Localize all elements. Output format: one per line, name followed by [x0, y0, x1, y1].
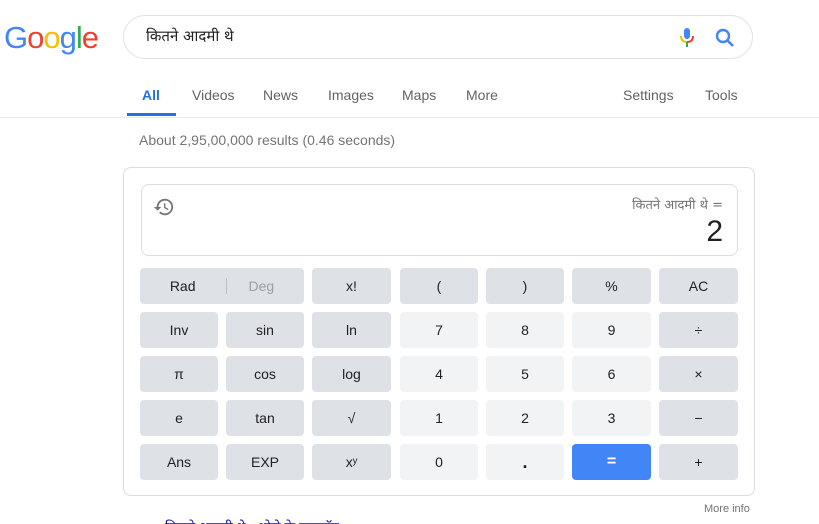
calculator-display: कितने आदमी थे = 2 [141, 184, 738, 256]
digit-0-button[interactable]: 0 [400, 444, 478, 480]
sqrt-button[interactable]: √ [312, 400, 391, 436]
logo-letter: o [43, 20, 60, 55]
exp-button[interactable]: EXP [226, 444, 304, 480]
equals-button[interactable]: = [572, 444, 651, 480]
digit-4-button[interactable]: 4 [400, 356, 478, 392]
search-tabs: All Videos News Images Maps More Setting… [0, 76, 819, 118]
tab-maps[interactable]: Maps [402, 87, 436, 103]
tab-images[interactable]: Images [328, 87, 374, 103]
right-paren-button[interactable]: ) [486, 268, 564, 304]
factorial-button[interactable]: x! [312, 268, 391, 304]
logo-letter: e [81, 20, 99, 55]
digit-6-button[interactable]: 6 [572, 356, 651, 392]
tab-tools[interactable]: Tools [705, 87, 738, 103]
history-icon[interactable] [153, 196, 175, 218]
result-link-cutoff[interactable]: कितने आदमी थे - शोले के डायलॉग [165, 518, 339, 524]
calculator-card: कितने आदमी थे = 2 Rad Deg x! ( ) % AC Inv… [123, 167, 755, 496]
search-input[interactable] [144, 26, 668, 46]
digit-1-button[interactable]: 1 [400, 400, 478, 436]
cos-button[interactable]: cos [226, 356, 304, 392]
divide-button[interactable]: ÷ [659, 312, 738, 348]
pi-button[interactable]: π [140, 356, 218, 392]
divider [225, 278, 227, 294]
left-paren-button[interactable]: ( [400, 268, 478, 304]
tab-more[interactable]: More [466, 87, 498, 103]
log-button[interactable]: log [312, 356, 391, 392]
result-stats: About 2,95,00,000 results (0.46 seconds) [139, 132, 396, 148]
deg-button[interactable]: Deg [249, 278, 275, 294]
calculator-expression: कितने आदमी थे = [632, 198, 723, 213]
sin-button[interactable]: sin [226, 312, 304, 348]
microphone-icon[interactable] [677, 27, 697, 49]
tab-all[interactable]: All [142, 87, 160, 103]
multiply-button[interactable]: × [659, 356, 738, 392]
logo-letter: G [4, 20, 28, 55]
inverse-button[interactable]: Inv [140, 312, 218, 348]
e-button[interactable]: e [140, 400, 218, 436]
ln-button[interactable]: ln [312, 312, 391, 348]
rad-button[interactable]: Rad [170, 278, 196, 294]
answer-button[interactable]: Ans [140, 444, 218, 480]
magnifier-icon[interactable] [714, 27, 736, 49]
minus-button[interactable]: − [659, 400, 738, 436]
clear-button[interactable]: AC [659, 268, 738, 304]
tab-settings[interactable]: Settings [623, 87, 674, 103]
decimal-point-button[interactable]: . [486, 444, 564, 480]
digit-5-button[interactable]: 5 [486, 356, 564, 392]
power-button[interactable]: xʸ [312, 444, 391, 480]
digit-7-button[interactable]: 7 [400, 312, 478, 348]
digit-3-button[interactable]: 3 [572, 400, 651, 436]
digit-2-button[interactable]: 2 [486, 400, 564, 436]
rad-deg-toggle[interactable]: Rad Deg [140, 268, 304, 304]
plus-button[interactable]: + [659, 444, 738, 480]
tab-videos[interactable]: Videos [192, 87, 235, 103]
logo-letter: o [27, 20, 44, 55]
tan-button[interactable]: tan [226, 400, 304, 436]
logo-letter: g [59, 20, 77, 55]
calculator-result: 2 [706, 215, 723, 248]
more-info-link[interactable]: More info [704, 503, 750, 515]
percent-button[interactable]: % [572, 268, 651, 304]
active-tab-indicator [127, 113, 176, 116]
digit-8-button[interactable]: 8 [486, 312, 564, 348]
tab-news[interactable]: News [263, 87, 298, 103]
search-box [123, 15, 753, 59]
google-logo[interactable]: Google [4, 20, 99, 56]
digit-9-button[interactable]: 9 [572, 312, 651, 348]
